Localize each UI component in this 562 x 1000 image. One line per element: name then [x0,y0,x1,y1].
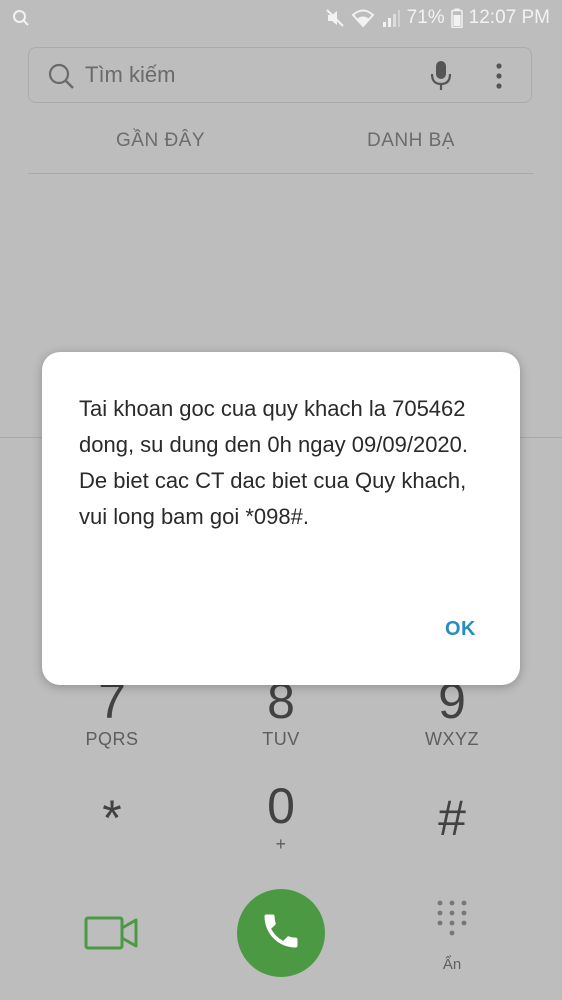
key-letters: PQRS [85,729,139,749]
key-letters: + [275,834,287,854]
search-icon [12,9,30,27]
clock: 12:07 PM [468,7,550,28]
key-star[interactable]: * [42,792,182,846]
battery-percent: 71% [406,7,445,28]
key-hash[interactable]: # [382,792,522,846]
phone-icon [259,909,303,958]
key-letters: WXYZ [425,729,479,749]
search-input[interactable]: Tìm kiếm [85,62,175,88]
tab-divider [28,173,534,174]
hide-keypad-button[interactable]: Ẩn [432,899,472,973]
search-icon [47,62,75,95]
tab-recent[interactable]: GẦN ĐÂY [116,130,205,152]
ussd-dialog: Tai khoan goc cua quy khach la 705462 do… [42,352,520,685]
ok-button[interactable]: OK [445,618,476,641]
dialog-message: Tai khoan goc cua quy khach la 705462 do… [79,396,469,529]
more-options-icon[interactable] [495,61,503,96]
key-0[interactable]: 0 + [211,780,351,855]
wifi-icon [351,8,375,28]
key-digit: 0 [267,778,295,834]
call-button[interactable] [237,889,325,977]
mic-icon[interactable] [429,59,453,98]
mute-icon [325,8,345,28]
dialpad-icon [435,900,469,949]
signal-icon [381,8,401,28]
search-bar[interactable]: Tìm kiếm [28,47,532,103]
tab-contacts[interactable]: DANH BẠ [367,130,455,152]
hide-label: Ẩn [442,956,462,973]
status-bar: 71% 12:07 PM [0,0,562,38]
key-digit: # [438,790,466,846]
key-9[interactable]: 9 WXYZ [382,675,522,750]
battery-icon [450,8,463,28]
key-8[interactable]: 8 TUV [211,675,351,750]
key-digit: * [102,790,122,846]
video-call-icon[interactable] [84,915,138,956]
key-letters: TUV [262,729,300,749]
key-7[interactable]: 7 PQRS [42,675,182,750]
